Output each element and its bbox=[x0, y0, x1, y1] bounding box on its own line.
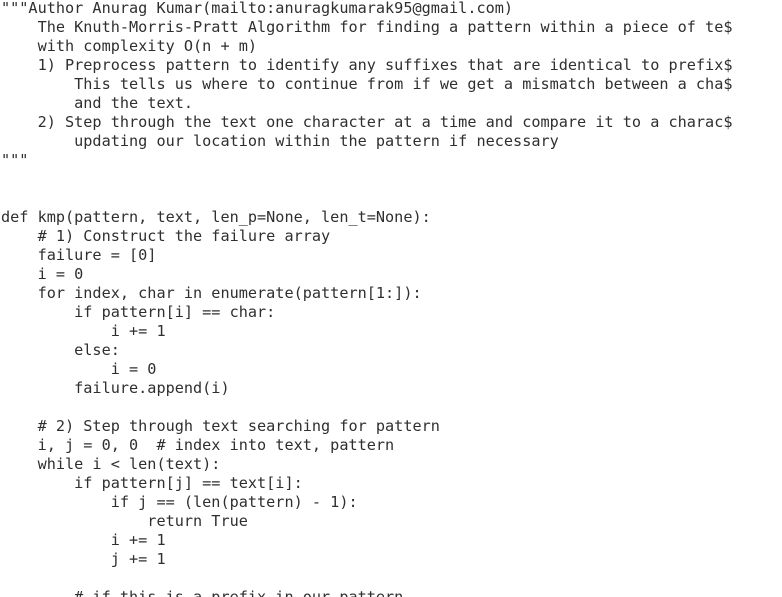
code-line: with complexity O(n + m) bbox=[1, 37, 258, 55]
code-line: The Knuth-Morris-Pratt Algorithm for fin… bbox=[1, 18, 733, 36]
code-lines: """Author Anurag Kumar(mailto:anuragkuma… bbox=[1, 0, 733, 597]
code-line: i += 1 bbox=[1, 322, 166, 340]
code-line: for index, char in enumerate(pattern[1:]… bbox=[1, 284, 422, 302]
code-line: if pattern[i] == char: bbox=[1, 303, 276, 321]
code-line: i += 1 bbox=[1, 531, 166, 549]
code-line: 1) Preprocess pattern to identify any su… bbox=[1, 56, 733, 74]
code-line: and the text. bbox=[1, 94, 194, 112]
code-line: j += 1 bbox=[1, 550, 166, 568]
code-line: def kmp(pattern, text, len_p=None, len_t… bbox=[1, 208, 431, 226]
code-line: """Author Anurag Kumar(mailto:anuragkuma… bbox=[1, 0, 514, 17]
code-line: return True bbox=[1, 512, 248, 530]
code-line: # if this is a prefix in our pattern bbox=[1, 588, 404, 597]
code-line: This tells us where to continue from if … bbox=[1, 75, 733, 93]
code-line: # 1) Construct the failure array bbox=[1, 227, 331, 245]
code-line: while i < len(text): bbox=[1, 455, 221, 473]
code-line: # 2) Step through text searching for pat… bbox=[1, 417, 440, 435]
code-line: updating our location within the pattern… bbox=[1, 132, 559, 150]
code-line: """ bbox=[1, 151, 29, 169]
code-line: if j == (len(pattern) - 1): bbox=[1, 493, 358, 511]
code-line: i, j = 0, 0 # index into text, pattern bbox=[1, 436, 395, 454]
code-line: i = 0 bbox=[1, 360, 157, 378]
code-line: else: bbox=[1, 341, 120, 359]
code-line: failure.append(i) bbox=[1, 379, 230, 397]
code-line: failure = [0] bbox=[1, 246, 157, 264]
terminal-editor-view[interactable]: """Author Anurag Kumar(mailto:anuragkuma… bbox=[0, 0, 782, 597]
code-line: if pattern[j] == text[i]: bbox=[1, 474, 303, 492]
code-line: 2) Step through the text one character a… bbox=[1, 113, 733, 131]
code-line: i = 0 bbox=[1, 265, 84, 283]
